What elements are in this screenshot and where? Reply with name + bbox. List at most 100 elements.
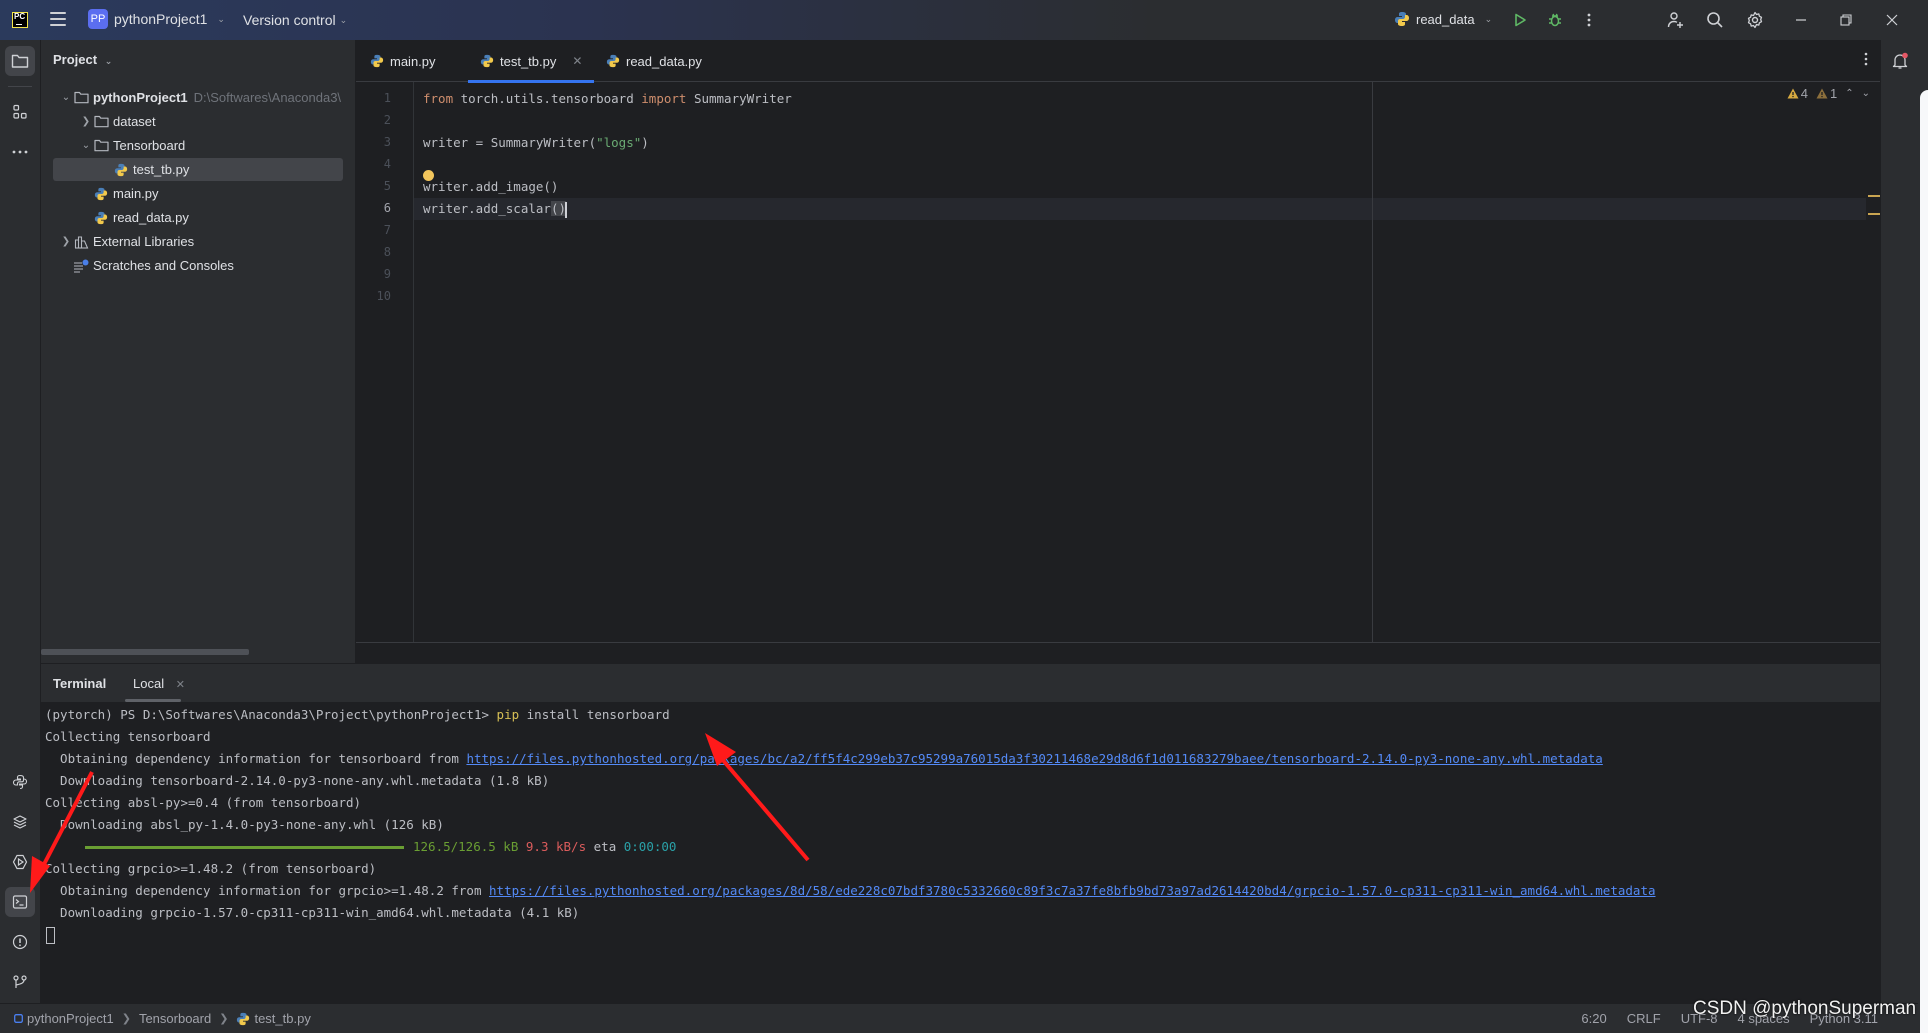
tree-item-label: main.py [113, 186, 159, 201]
layers-icon [13, 815, 27, 829]
main-menu-button[interactable] [50, 12, 66, 26]
terminal-line: Downloading absl_py-1.4.0-py3-none-any.w… [45, 817, 444, 832]
close-window-button[interactable] [1880, 8, 1904, 32]
project-tool-button[interactable] [5, 46, 35, 76]
tensorboard-metadata-link[interactable]: https://files.pythonhosted.org/packages/… [466, 751, 1602, 766]
terminal-tool-button[interactable] [5, 887, 35, 917]
close-tab-icon[interactable]: ✕ [572, 54, 582, 68]
chevron-right-icon[interactable]: ❯ [59, 236, 73, 247]
module-icon [14, 1014, 23, 1023]
terminal-tab-label: Local [133, 676, 165, 691]
warnings-number: 4 [1800, 86, 1808, 101]
tree-item[interactable]: ❯ dataset [53, 110, 384, 133]
code-line[interactable] [414, 242, 1866, 264]
tree-item[interactable]: read_data.py [53, 206, 384, 229]
line-number: 7 [383, 223, 391, 237]
caret-position[interactable]: 6:20 [1581, 1011, 1606, 1026]
code-line[interactable] [414, 286, 1866, 308]
search-icon [1707, 12, 1723, 28]
chevron-down-icon[interactable]: ⌄ [59, 92, 73, 103]
code-line[interactable]: writer.add_image() [414, 176, 1866, 198]
pycharm-logo-icon: PC [12, 12, 28, 28]
prompt: (pytorch) PS D:\Softwares\Anaconda3\Proj… [45, 707, 497, 722]
chevron-right-icon: ❯ [121, 1013, 131, 1025]
progress-size: 126.5/126.5 kB [413, 839, 519, 854]
weak-warnings-count[interactable]: 1 [1816, 86, 1837, 101]
tab-test-tb-py[interactable]: test_tb.py ✕ [467, 40, 595, 83]
project-panel-title: Project [53, 52, 98, 67]
terminal-title: Terminal [53, 676, 107, 691]
tree-item[interactable]: Scratches and Consoles [53, 254, 384, 277]
project-switcher[interactable]: PP pythonProject1 ⌄ [88, 9, 225, 29]
left-tool-window-bar [0, 40, 41, 1003]
terminal-input-line[interactable] [45, 924, 1875, 946]
notifications-button[interactable] [1885, 46, 1915, 76]
code-line[interactable] [414, 264, 1866, 286]
tab-options-button[interactable] [1864, 52, 1868, 71]
services-tool-button[interactable] [5, 847, 35, 877]
terminal-cursor [46, 927, 55, 944]
debug-button[interactable] [1543, 8, 1567, 32]
tab-read-data-py[interactable]: read_data.py [606, 40, 702, 82]
minimize-window-button[interactable] [1789, 8, 1813, 32]
code-line[interactable]: from torch.utils.tensorboard import Summ… [414, 88, 1866, 110]
code-line[interactable]: writer.add_scalar() [414, 198, 1866, 220]
previous-highlight-button[interactable]: ⌃ [1845, 88, 1853, 99]
run-button[interactable] [1508, 8, 1532, 32]
line-text: Obtaining dependency information for ten… [45, 751, 467, 766]
chevron-right-icon[interactable]: ❯ [79, 116, 93, 127]
structure-tool-button[interactable] [5, 97, 35, 127]
tree-item[interactable]: ❯ External Libraries [53, 230, 384, 253]
code-line[interactable] [414, 220, 1866, 242]
line-number: 10 [376, 289, 391, 303]
next-highlight-button[interactable]: ⌄ [1862, 88, 1870, 99]
grpcio-metadata-link[interactable]: https://files.pythonhosted.org/packages/… [489, 883, 1655, 898]
error-stripe-mark[interactable] [1868, 213, 1880, 215]
settings-button[interactable] [1743, 8, 1767, 32]
tree-item[interactable]: test_tb.py [53, 158, 343, 181]
git-tool-button[interactable] [5, 967, 35, 997]
terminal-output[interactable]: (pytorch) PS D:\Softwares\Anaconda3\Proj… [45, 704, 1875, 946]
python-interpreter[interactable]: Python 3.11 [1810, 1011, 1878, 1026]
search-everywhere-button[interactable] [1703, 8, 1727, 32]
breadcrumb-project[interactable]: pythonProject1 [14, 1011, 114, 1026]
more-actions-button[interactable] [1577, 8, 1601, 32]
error-stripe-mark[interactable] [1868, 195, 1880, 197]
chevron-down-icon[interactable]: ⌄ [79, 140, 93, 151]
tree-item-label: pythonProject1 [93, 90, 188, 105]
services-icon [12, 854, 28, 870]
code-token: torch.utils.tensorboard [453, 91, 642, 106]
project-view-selector[interactable]: Project ⌄ [53, 52, 112, 67]
code-line[interactable]: writer = SummaryWriter("logs") [414, 132, 1866, 154]
terminal-line: Downloading grpcio-1.57.0-cp311-cp311-wi… [45, 905, 580, 920]
version-control-label: Version control [243, 12, 336, 28]
intention-bulb-icon[interactable] [423, 170, 434, 181]
file-encoding[interactable]: UTF-8 [1681, 1011, 1718, 1026]
close-terminal-tab-icon[interactable]: ✕ [176, 679, 185, 691]
keyword-token: from [423, 91, 454, 106]
code-line[interactable] [414, 110, 1866, 132]
project-horizontal-scrollbar[interactable] [41, 649, 249, 655]
terminal-tab-local[interactable]: Local ✕ [133, 676, 185, 691]
tree-item[interactable]: main.py [53, 182, 384, 205]
version-control-menu[interactable]: Version control ⌄ [243, 12, 347, 28]
tree-item[interactable]: ⌄ Tensorboard [53, 134, 384, 157]
add-user-icon [1667, 12, 1683, 28]
code-line[interactable] [414, 154, 1866, 176]
python-packages-tool-button[interactable] [5, 807, 35, 837]
warnings-count[interactable]: 4 [1787, 86, 1808, 101]
line-number-gutter: 1 2 3 4 5 6 7 8 9 10 [356, 82, 414, 642]
tree-item[interactable]: ⌄ pythonProject1 D:\Softwares\Anaconda3\ [53, 86, 384, 109]
problems-tool-button[interactable] [5, 927, 35, 957]
more-tools-button[interactable] [5, 137, 35, 167]
breadcrumb-file[interactable]: test_tb.py [236, 1011, 311, 1026]
code-with-me-button[interactable] [1664, 8, 1688, 32]
run-configuration-selector[interactable]: read_data ⌄ [1394, 11, 1492, 27]
terminal-progress-line: 126.5/126.5 kB 9.3 kB/s eta 0:00:00 [45, 836, 1875, 858]
line-separator[interactable]: CRLF [1627, 1011, 1661, 1026]
breadcrumb-folder[interactable]: Tensorboard [139, 1011, 211, 1026]
python-console-tool-button[interactable] [5, 767, 35, 797]
indent-setting[interactable]: 4 spaces [1738, 1011, 1790, 1026]
tab-main-py[interactable]: main.py [370, 40, 436, 82]
restore-window-button[interactable] [1834, 8, 1858, 32]
